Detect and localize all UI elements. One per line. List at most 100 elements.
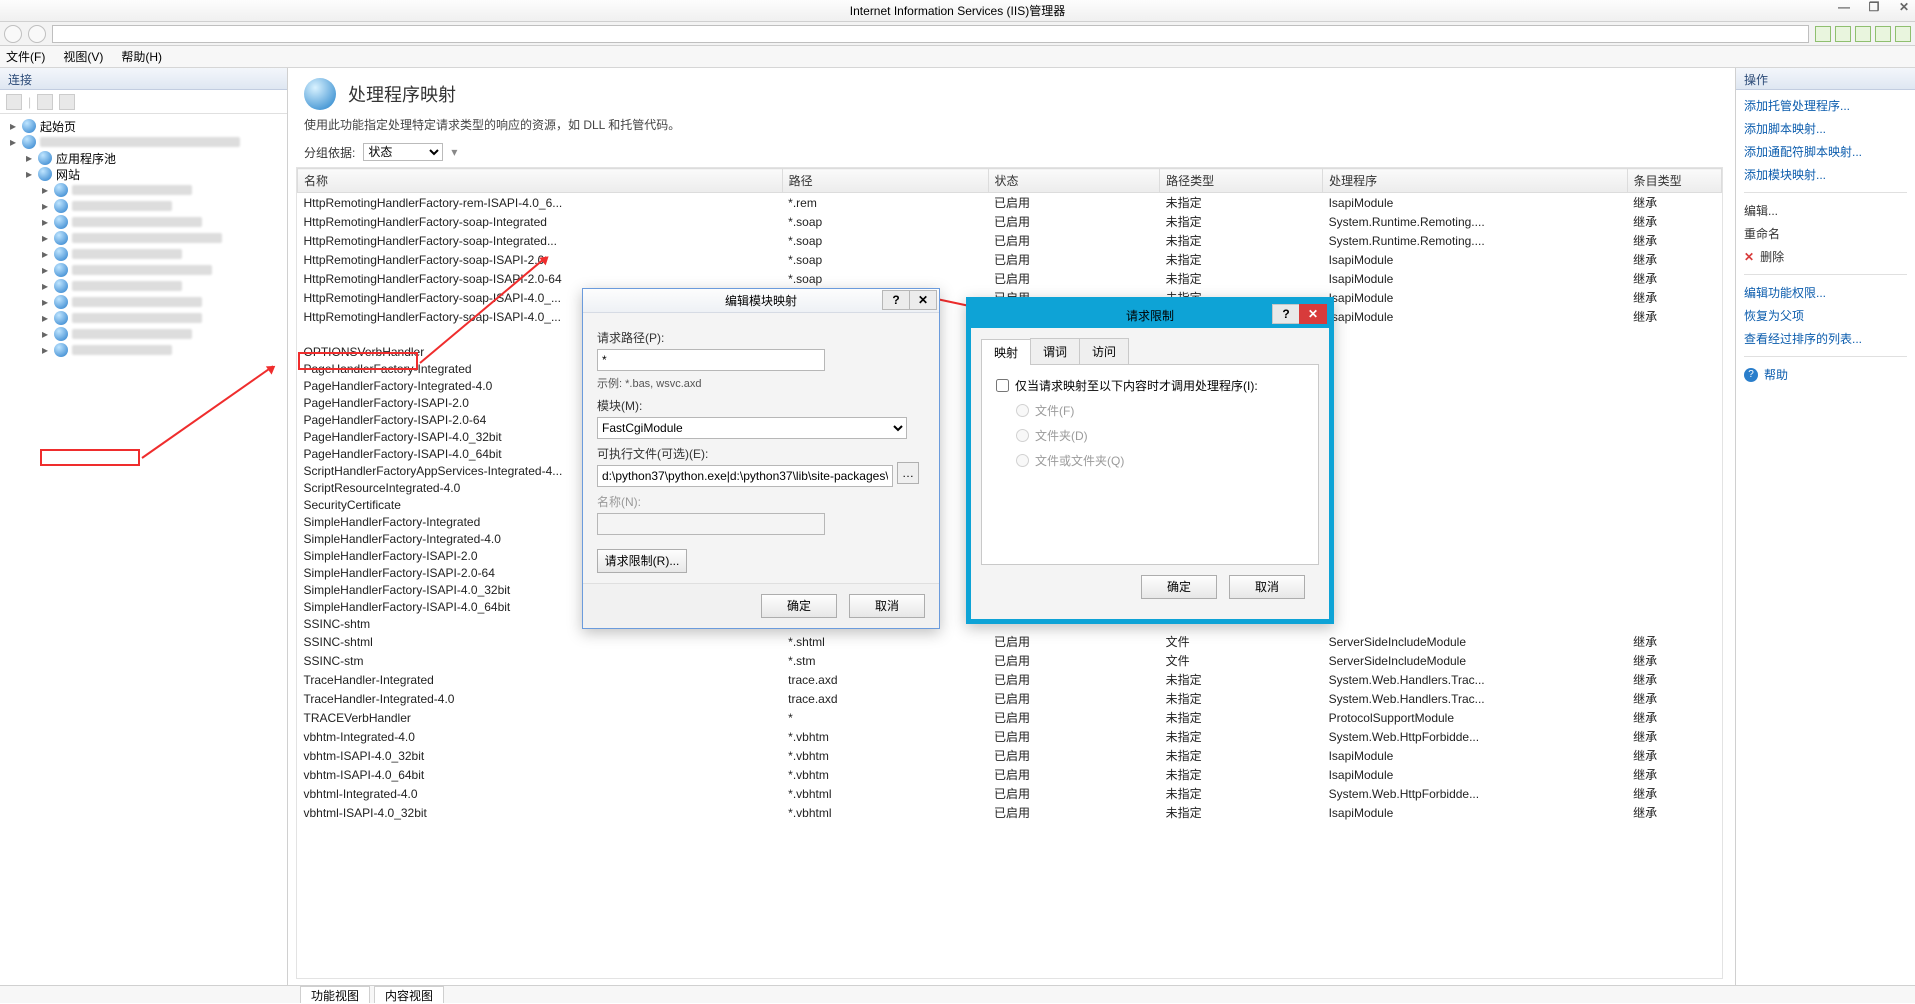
save-icon[interactable] xyxy=(37,94,53,110)
table-row[interactable]: TraceHandler-Integrated-4.0trace.axd已启用未… xyxy=(298,689,1722,708)
nav-forward-button[interactable] xyxy=(28,25,46,43)
dialog1-help-button[interactable]: ? xyxy=(882,290,910,310)
table-row[interactable]: HttpRemotingHandlerFactory-soap-Integrat… xyxy=(298,212,1722,231)
table-row[interactable]: HttpRemotingHandlerFactory-soap-ISAPI-2.… xyxy=(298,269,1722,288)
executable-input[interactable] xyxy=(597,465,893,487)
dialog1-title: 编辑模块映射 xyxy=(725,292,797,309)
tree-item[interactable]: ▸ xyxy=(4,294,283,310)
table-row[interactable]: TraceHandler-Integratedtrace.axd已启用未指定Sy… xyxy=(298,670,1722,689)
name-label: 名称(N): xyxy=(597,493,925,510)
dialog2-close-button[interactable]: ✕ xyxy=(1299,304,1327,324)
action-link[interactable]: 添加脚本映射... xyxy=(1744,117,1907,140)
tree-item[interactable]: ▸ xyxy=(4,214,283,230)
request-path-hint: 示例: *.bas, wsvc.axd xyxy=(597,375,925,391)
table-row[interactable]: vbhtm-ISAPI-4.0_32bit*.vbhtm已启用未指定IsapiM… xyxy=(298,746,1722,765)
grid-header[interactable]: 名称 xyxy=(298,169,783,193)
dialog2-title: 请求限制 xyxy=(1126,307,1174,324)
page-title: 处理程序映射 xyxy=(348,81,456,107)
radio-folder xyxy=(1016,429,1029,442)
table-row[interactable]: HttpRemotingHandlerFactory-rem-ISAPI-4.0… xyxy=(298,193,1722,213)
addr-icon-3[interactable] xyxy=(1855,26,1871,42)
module-label: 模块(M): xyxy=(597,397,925,414)
addr-icon-4[interactable] xyxy=(1875,26,1891,42)
tree-item[interactable]: ▸ xyxy=(4,342,283,358)
action-help[interactable]: ?帮助 xyxy=(1744,363,1907,386)
handler-mappings-icon xyxy=(304,78,336,110)
request-path-input[interactable] xyxy=(597,349,825,371)
grid-header[interactable]: 路径 xyxy=(782,169,988,193)
action-delete[interactable]: ✕ 删除 xyxy=(1744,245,1907,268)
dialog2-cancel-button[interactable]: 取消 xyxy=(1229,575,1305,599)
addr-help-icon[interactable] xyxy=(1895,26,1911,42)
module-select[interactable]: FastCgiModule xyxy=(597,417,907,439)
tree-item[interactable]: ▸ xyxy=(4,310,283,326)
dialog2-ok-button[interactable]: 确定 xyxy=(1141,575,1217,599)
menu-help[interactable]: 帮助(H) xyxy=(121,48,162,65)
table-row[interactable]: vbhtm-Integrated-4.0*.vbhtm已启用未指定System.… xyxy=(298,727,1722,746)
table-row[interactable]: SSINC-stm*.stm已启用文件ServerSideIncludeModu… xyxy=(298,651,1722,670)
menu-view[interactable]: 视图(V) xyxy=(63,48,103,65)
radio-file xyxy=(1016,404,1029,417)
tab-access[interactable]: 访问 xyxy=(1079,338,1129,364)
tree-item[interactable]: ▸ xyxy=(4,134,283,150)
table-row[interactable]: HttpRemotingHandlerFactory-soap-ISAPI-2.… xyxy=(298,250,1722,269)
table-row[interactable]: HttpRemotingHandlerFactory-soap-Integrat… xyxy=(298,231,1722,250)
tab-features-view[interactable]: 功能视图 xyxy=(300,986,370,1003)
tree-item[interactable]: ▸ xyxy=(4,182,283,198)
action-revert[interactable]: 恢复为父项 xyxy=(1744,304,1907,327)
group-by-label: 分组依据: xyxy=(304,144,355,161)
grid-header[interactable]: 处理程序 xyxy=(1323,169,1628,193)
action-edit[interactable]: 编辑... xyxy=(1744,199,1907,222)
action-link[interactable]: 添加模块映射... xyxy=(1744,163,1907,186)
action-link[interactable]: 添加托管处理程序... xyxy=(1744,94,1907,117)
dialog2-help-button[interactable]: ? xyxy=(1272,304,1300,324)
menu-file[interactable]: 文件(F) xyxy=(6,48,45,65)
dialog1-ok-button[interactable]: 确定 xyxy=(761,594,837,618)
tree-item[interactable]: ▸应用程序池 xyxy=(4,150,283,166)
dialog1-cancel-button[interactable]: 取消 xyxy=(849,594,925,618)
tree-item[interactable]: ▸起始页 xyxy=(4,118,283,134)
tree-item[interactable]: ▸ xyxy=(4,326,283,342)
action-link[interactable]: 添加通配符脚本映射... xyxy=(1744,140,1907,163)
grid-header[interactable]: 状态 xyxy=(988,169,1160,193)
action-view-ordered-list[interactable]: 查看经过排序的列表... xyxy=(1744,327,1907,350)
tree-item[interactable]: ▸ xyxy=(4,278,283,294)
tree-item[interactable]: ▸网站 xyxy=(4,166,283,182)
action-rename[interactable]: 重命名 xyxy=(1744,222,1907,245)
tree-item[interactable]: ▸ xyxy=(4,246,283,262)
dialog1-close-button[interactable]: ✕ xyxy=(909,290,937,310)
tab-content-view[interactable]: 内容视图 xyxy=(374,986,444,1003)
window-minimize-button[interactable]: — xyxy=(1835,0,1853,14)
table-row[interactable]: TRACEVerbHandler*已启用未指定ProtocolSupportMo… xyxy=(298,708,1722,727)
table-row[interactable]: vbhtml-ISAPI-4.0_32bit*.vbhtml已启用未指定Isap… xyxy=(298,803,1722,822)
grid-header[interactable]: 条目类型 xyxy=(1627,169,1721,193)
table-row[interactable]: SSINC-shtml*.shtml已启用文件ServerSideInclude… xyxy=(298,632,1722,651)
window-close-button[interactable]: ✕ xyxy=(1895,0,1913,14)
tab-mapping[interactable]: 映射 xyxy=(981,339,1031,365)
tree-item[interactable]: ▸ xyxy=(4,230,283,246)
restrictions-tabstrip: 映射 谓词 访问 xyxy=(981,338,1319,365)
executable-label: 可执行文件(可选)(E): xyxy=(597,445,925,462)
request-path-label: 请求路径(P): xyxy=(597,329,925,346)
connections-tree[interactable]: ▸起始页▸▸应用程序池▸网站▸▸▸▸▸▸▸▸▸▸▸ xyxy=(0,114,287,985)
grid-header[interactable]: 路径类型 xyxy=(1160,169,1323,193)
connect-icon[interactable] xyxy=(6,94,22,110)
invoke-only-when-mapped-checkbox[interactable] xyxy=(996,379,1009,392)
executable-browse-button[interactable]: … xyxy=(897,462,919,484)
tab-verbs[interactable]: 谓词 xyxy=(1030,338,1080,364)
tree-item[interactable]: ▸ xyxy=(4,198,283,214)
breadcrumb-input[interactable] xyxy=(52,25,1809,43)
table-row[interactable]: vbhtml-Integrated-4.0*.vbhtml已启用未指定Syste… xyxy=(298,784,1722,803)
group-by-select[interactable]: 状态 xyxy=(363,143,443,161)
tree-item[interactable]: ▸ xyxy=(4,262,283,278)
request-restrictions-button[interactable]: 请求限制(R)... xyxy=(597,549,687,573)
nav-back-button[interactable] xyxy=(4,25,22,43)
addr-icon-1[interactable] xyxy=(1815,26,1831,42)
table-row[interactable]: vbhtm-ISAPI-4.0_64bit*.vbhtm已启用未指定IsapiM… xyxy=(298,765,1722,784)
menu-bar: 文件(F) 视图(V) 帮助(H) xyxy=(0,46,1915,68)
actions-body: 添加托管处理程序...添加脚本映射...添加通配符脚本映射...添加模块映射..… xyxy=(1736,90,1915,390)
addr-icon-2[interactable] xyxy=(1835,26,1851,42)
refresh-icon[interactable] xyxy=(59,94,75,110)
window-maximize-button[interactable]: ❐ xyxy=(1865,0,1883,14)
action-edit-permissions[interactable]: 编辑功能权限... xyxy=(1744,281,1907,304)
